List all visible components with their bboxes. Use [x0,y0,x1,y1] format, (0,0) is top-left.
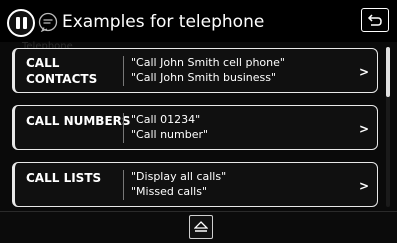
voice-control-button[interactable] [7,9,35,37]
examples-list: CALL CONTACTS "Call John Smith cell phon… [12,48,378,219]
item-label: CALL CONTACTS [26,56,98,86]
list-item-call-numbers[interactable]: CALL NUMBERS "Call 01234" "Call number" … [12,105,378,150]
item-divider [123,56,124,86]
footer-bar [0,211,397,243]
item-label: CALL LISTS [26,171,102,185]
item-label: CALL NUMBERS [26,114,131,128]
back-button[interactable] [361,8,389,32]
eject-icon [194,221,208,232]
scrollbar-thumb[interactable] [386,47,390,97]
pause-icon [15,17,27,29]
list-item-call-lists[interactable]: CALL LISTS "Display all calls" "Missed c… [12,162,378,207]
item-examples: "Call 01234" "Call number" [131,113,209,141]
speech-bubble-icon [38,12,58,32]
list-item-call-contacts[interactable]: CALL CONTACTS "Call John Smith cell phon… [12,48,378,93]
eject-button[interactable] [189,215,213,239]
chevron-right-icon: > [358,179,369,193]
item-examples: "Call John Smith cell phone" "Call John … [131,56,285,84]
voice-examples-screen: Examples for telephone Telephone CALL CO… [0,0,397,243]
header-bar: Examples for telephone [0,0,397,42]
item-divider [123,170,124,200]
page-title: Examples for telephone [62,12,265,32]
chevron-right-icon: > [358,122,369,136]
chevron-right-icon: > [358,65,369,79]
item-divider [123,113,124,143]
return-arrow-icon [367,14,382,26]
item-examples: "Display all calls" "Missed calls" [131,170,227,198]
